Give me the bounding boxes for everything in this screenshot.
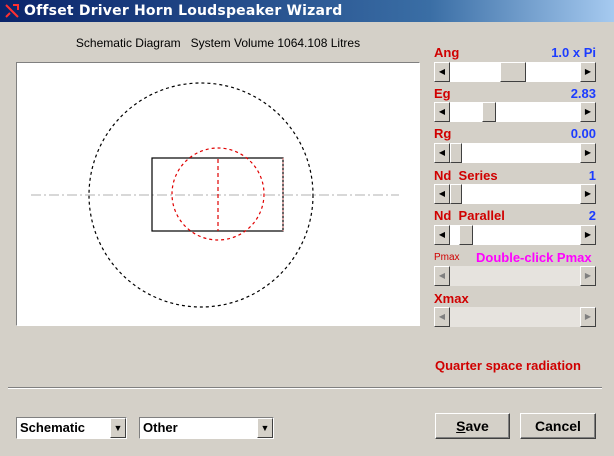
ang-right-arrow-icon[interactable]: ▶ (580, 62, 596, 82)
chevron-down-icon[interactable]: ▼ (110, 418, 126, 438)
nd-series-label: Nd Series (434, 168, 498, 183)
cancel-button-label: Cancel (535, 418, 581, 434)
ang-value: 1.0 x Pi (551, 45, 596, 60)
title-bar: Offset Driver Horn Loudspeaker Wizard (0, 0, 614, 22)
pmax-hint: Double-click Pmax (476, 250, 592, 265)
rg-slider-thumb[interactable] (450, 143, 462, 163)
ang-slider[interactable]: ◀ ▶ (434, 62, 596, 82)
category-select[interactable]: Other ▼ (139, 417, 274, 439)
speaker-logo-icon (5, 4, 19, 18)
rg-value: 0.00 (570, 126, 596, 141)
system-volume-text: System Volume 1064.108 Litres (190, 36, 361, 50)
xmax-slider[interactable]: ◀ ▶ (434, 307, 596, 327)
nd-series-value: 1 (588, 168, 596, 183)
schematic-caption-title: Schematic Diagram (75, 36, 181, 50)
save-button-label: ave (465, 418, 489, 434)
nd-parallel-value: 2 (588, 208, 596, 223)
nd-parallel-label: Nd Parallel (434, 208, 505, 223)
pmax-right-arrow-icon[interactable]: ▶ (580, 266, 596, 286)
eg-slider[interactable]: ◀ ▶ (434, 102, 596, 122)
radiation-mode-text: Quarter space radiation (435, 358, 581, 373)
nd-series-right-arrow-icon[interactable]: ▶ (580, 184, 596, 204)
schematic-diagram (16, 62, 420, 326)
rg-right-arrow-icon[interactable]: ▶ (580, 143, 596, 163)
schematic-drawing (31, 82, 399, 308)
schematic-caption: Schematic Diagram System Volume 1064.108… (16, 36, 420, 50)
nd-parallel-slider[interactable]: ◀ ▶ (434, 225, 596, 245)
rg-left-arrow-icon[interactable]: ◀ (434, 143, 450, 163)
nd-series-left-arrow-icon[interactable]: ◀ (434, 184, 450, 204)
chevron-down-icon[interactable]: ▼ (257, 418, 273, 438)
eg-slider-thumb[interactable] (482, 102, 497, 122)
view-select[interactable]: Schematic ▼ (16, 417, 127, 439)
nd-parallel-slider-thumb[interactable] (459, 225, 474, 245)
nd-parallel-left-arrow-icon[interactable]: ◀ (434, 225, 450, 245)
rg-slider[interactable]: ◀ ▶ (434, 143, 596, 163)
ang-left-arrow-icon[interactable]: ◀ (434, 62, 450, 82)
xmax-left-arrow-icon[interactable]: ◀ (434, 307, 450, 327)
xmax-right-arrow-icon[interactable]: ▶ (580, 307, 596, 327)
nd-series-slider-thumb[interactable] (450, 184, 462, 204)
cancel-button[interactable]: Cancel (520, 413, 596, 439)
ang-label: Ang (434, 45, 460, 60)
eg-label: Eg (434, 86, 451, 101)
eg-right-arrow-icon[interactable]: ▶ (580, 102, 596, 122)
separator (8, 387, 602, 389)
ang-slider-thumb[interactable] (499, 62, 526, 82)
nd-parallel-right-arrow-icon[interactable]: ▶ (580, 225, 596, 245)
window-title: Offset Driver Horn Loudspeaker Wizard (24, 3, 343, 19)
pmax-left-arrow-icon[interactable]: ◀ (434, 266, 450, 286)
save-button[interactable]: Save (435, 413, 510, 439)
category-select-value: Other (143, 420, 178, 435)
view-select-value: Schematic (20, 420, 86, 435)
nd-series-slider[interactable]: ◀ ▶ (434, 184, 596, 204)
eg-left-arrow-icon[interactable]: ◀ (434, 102, 450, 122)
pmax-label[interactable]: Pmax (434, 252, 460, 263)
rg-label: Rg (434, 126, 452, 141)
pmax-slider[interactable]: ◀ ▶ (434, 266, 596, 286)
xmax-label: Xmax (434, 291, 469, 306)
eg-value: 2.83 (570, 86, 596, 101)
